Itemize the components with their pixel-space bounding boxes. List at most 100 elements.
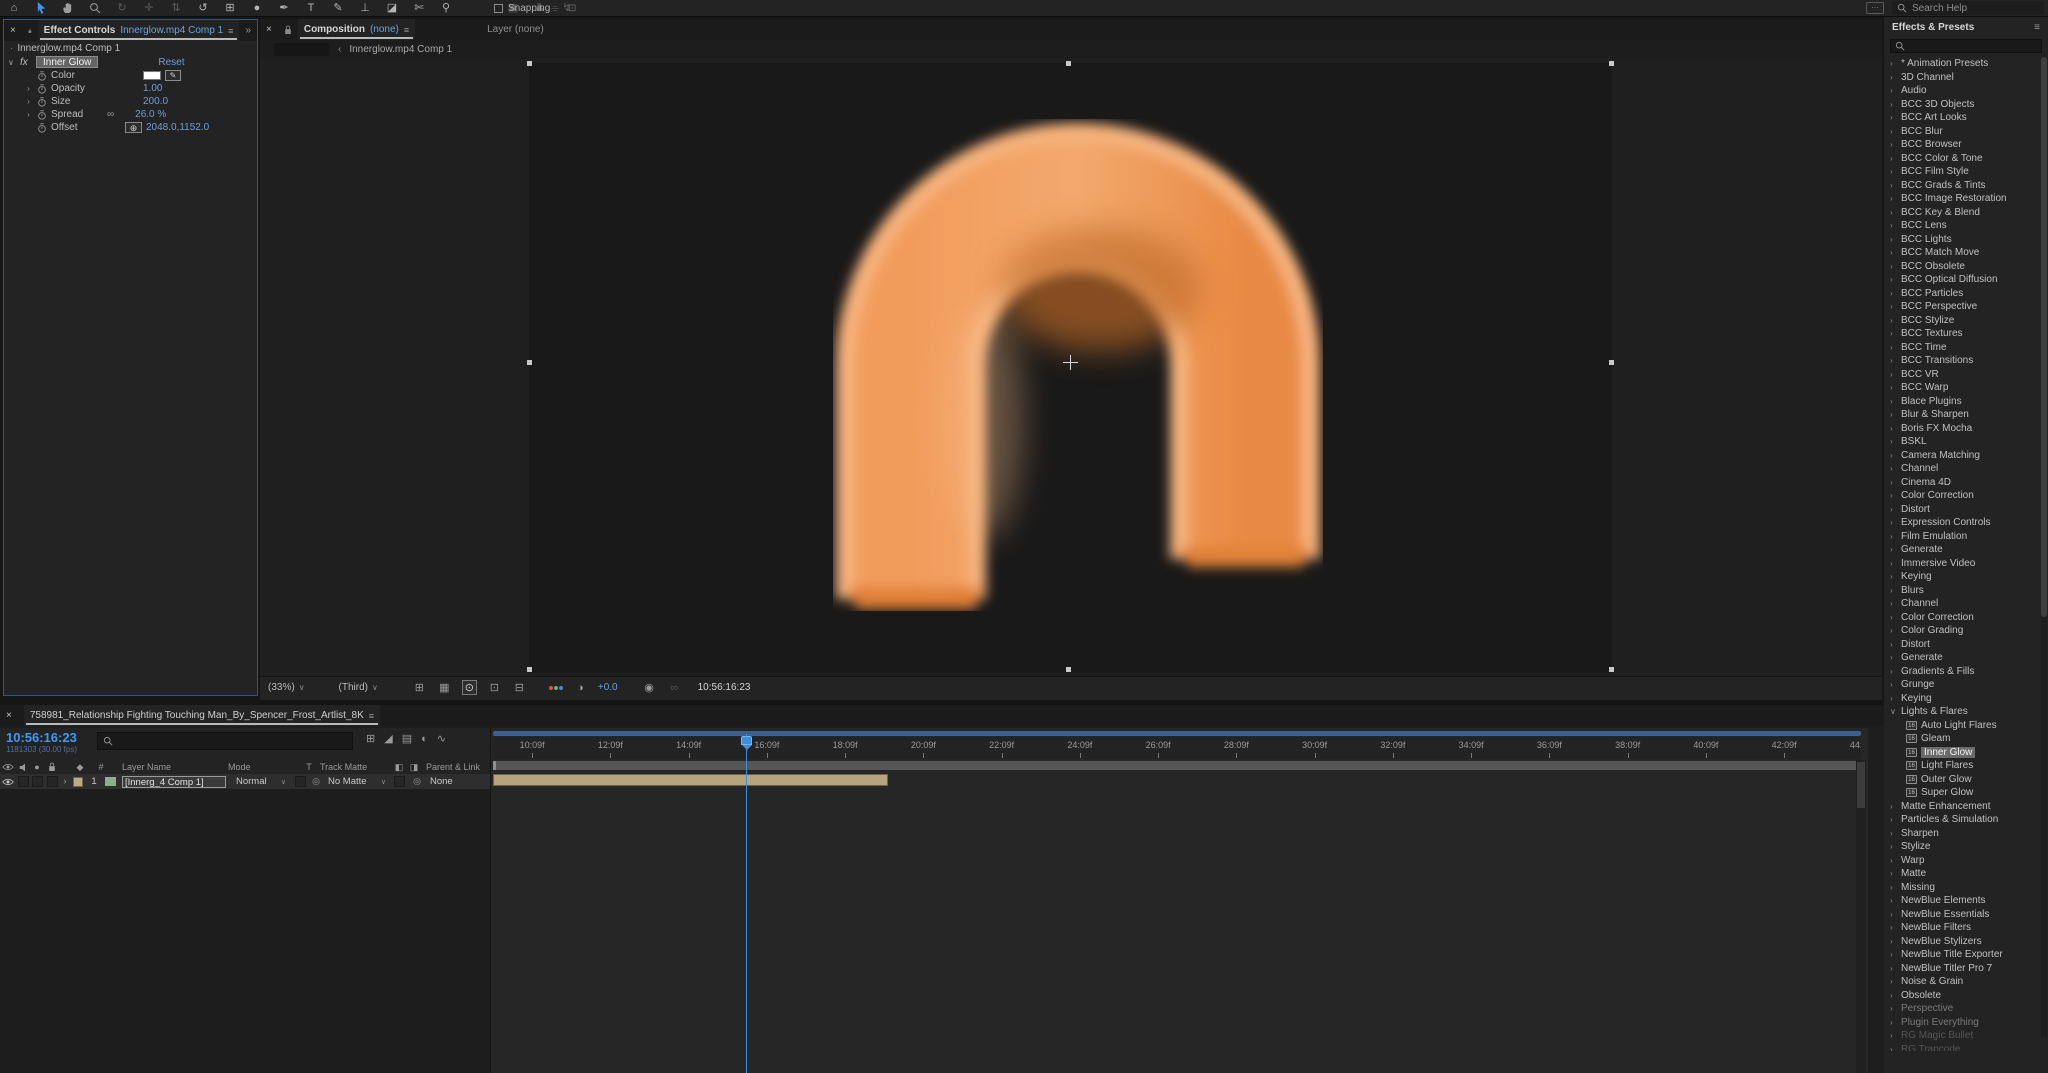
expand-category-icon[interactable]: › (1890, 829, 1897, 838)
expand-category-icon[interactable]: › (1890, 127, 1897, 136)
expand-category-icon[interactable]: › (1890, 923, 1897, 932)
expand-category-icon[interactable]: › (1890, 248, 1897, 257)
region-of-interest-icon[interactable]: ⊡ (487, 681, 502, 694)
preserve-transparency-slot[interactable] (294, 776, 306, 787)
transparency-grid-icon[interactable]: ▦ (437, 681, 452, 694)
collapse-category-icon[interactable]: ∨ (1890, 707, 1897, 716)
expand-category-icon[interactable]: › (1890, 937, 1897, 946)
effect-category-row[interactable]: › Matte (1884, 867, 2048, 881)
help-search[interactable]: Search Help (1892, 1, 2044, 15)
effect-category-row[interactable]: › BCC Stylize (1884, 314, 2048, 328)
solo-column-icon[interactable]: ● (30, 762, 44, 772)
type-tool-icon[interactable]: T (303, 0, 319, 17)
effect-category-row[interactable]: › Boris FX Mocha (1884, 422, 2048, 436)
rotation-tool-icon[interactable]: ↺ (195, 0, 211, 17)
effect-item-label[interactable]: Auto Light Flares (1921, 720, 1997, 731)
effect-category-row[interactable]: › BCC Warp (1884, 381, 2048, 395)
switches-icon[interactable]: ◨ (406, 762, 422, 773)
panel-menu-icon[interactable]: ≡ (404, 25, 409, 35)
effect-category-row[interactable]: › Keying (1884, 570, 2048, 584)
effect-category-row[interactable]: › Distort (1884, 638, 2048, 652)
orbit-camera-tool-icon[interactable]: ↻ (114, 0, 130, 17)
expand-category-icon[interactable]: › (1890, 640, 1897, 649)
guides-options-icon[interactable]: ⊟ (512, 681, 527, 694)
switches-slot[interactable] (393, 776, 405, 787)
close-panel-icon[interactable]: × (10, 25, 16, 36)
lock-toggle-slot[interactable] (46, 776, 58, 787)
draft-3d-icon[interactable]: ◢ (384, 732, 392, 745)
hand-tool-icon[interactable] (60, 0, 76, 17)
expand-category-icon[interactable]: › (1890, 694, 1897, 703)
effect-category-row[interactable]: › Color Correction (1884, 489, 2048, 503)
dolly-camera-tool-icon[interactable]: ⇅ (168, 0, 184, 17)
effect-category-row[interactable]: › Generate (1884, 651, 2048, 665)
stopwatch-icon[interactable] (37, 110, 47, 120)
expand-category-icon[interactable]: › (1890, 329, 1897, 338)
motion-blur-icon[interactable]: ◐ (421, 733, 428, 745)
stopwatch-icon[interactable] (37, 84, 47, 94)
expand-category-icon[interactable]: › (1890, 370, 1897, 379)
expand-category-icon[interactable]: › (1890, 397, 1897, 406)
effect-category-row-expanded[interactable]: ∨ Lights & Flares (1884, 705, 2048, 719)
expand-category-icon[interactable]: › (1890, 991, 1897, 1000)
effect-category-row[interactable]: › BCC Image Restoration (1884, 192, 2048, 206)
expand-category-icon[interactable]: › (1890, 410, 1897, 419)
pan-camera-tool-icon[interactable]: ✛ (141, 0, 157, 17)
bbox-handle[interactable] (1609, 667, 1614, 672)
effect-category-row[interactable]: › Sharpen (1884, 827, 2048, 841)
grid-guides-icon[interactable]: ⊞ (412, 681, 427, 694)
expand-category-icon[interactable]: › (1890, 856, 1897, 865)
timeline-track-area[interactable]: 10:09f 12:09f 14:09f 16:09f 18:09f 20:09f 22:0… (490, 728, 1868, 1073)
anchor-point-icon[interactable] (1063, 355, 1078, 370)
expand-category-icon[interactable]: › (1890, 437, 1897, 446)
expand-category-icon[interactable]: › (1890, 869, 1897, 878)
solo-toggle-slot[interactable] (31, 776, 43, 787)
effect-item-label[interactable]: Gleam (1921, 733, 1950, 744)
effect-category-row[interactable]: › Channel (1884, 597, 2048, 611)
time-navigator-bar[interactable] (493, 731, 1861, 736)
expand-category-icon[interactable]: › (1890, 626, 1897, 635)
expand-category-icon[interactable]: › (1890, 100, 1897, 109)
expand-category-icon[interactable]: › (1890, 1045, 1897, 1051)
expand-category-icon[interactable]: › (1890, 545, 1897, 554)
effect-category-row[interactable]: › Missing (1884, 881, 2048, 895)
track-matte-column-header[interactable]: Track Matte (320, 762, 392, 772)
audio-toggle-slot[interactable] (17, 776, 29, 787)
effects-search-input[interactable] (1890, 39, 2042, 53)
mode-column-header[interactable]: Mode (228, 762, 298, 772)
effect-item-label[interactable]: Inner Glow (1921, 746, 1976, 758)
layer-name-column-header[interactable]: Layer Name (110, 762, 228, 772)
expand-category-icon[interactable]: › (1890, 221, 1897, 230)
puppet-pin-tool-icon[interactable]: ⚲ (438, 0, 454, 17)
tab-overflow-icon[interactable]: » (245, 25, 251, 36)
effect-category-row[interactable]: › Matte Enhancement (1884, 800, 2048, 814)
expand-category-icon[interactable]: › (1890, 680, 1897, 689)
t-column-header[interactable]: T (298, 762, 320, 772)
effect-category-row[interactable]: › Color Grading (1884, 624, 2048, 638)
bbox-handle[interactable] (527, 61, 532, 66)
effect-item-row[interactable]: 16 Outer Glow (1884, 773, 2048, 787)
effect-category-row[interactable]: › BCC Browser (1884, 138, 2048, 152)
selection-tool-icon[interactable] (33, 0, 49, 17)
effect-item-row[interactable]: 16 Super Glow (1884, 786, 2048, 800)
effect-category-row[interactable]: › Warp (1884, 854, 2048, 868)
reset-effect-link[interactable]: Reset (158, 57, 184, 68)
effect-category-row[interactable]: › Channel (1884, 462, 2048, 476)
effect-item-label[interactable]: Outer Glow (1921, 774, 1972, 785)
layer-duration-bar[interactable] (493, 774, 888, 786)
effect-category-row[interactable]: › NewBlue Essentials (1884, 908, 2048, 922)
expand-property-icon[interactable]: › (24, 97, 33, 106)
spread-value[interactable]: 26.0 % (135, 109, 166, 120)
effect-category-row[interactable]: › BCC Time (1884, 341, 2048, 355)
expand-category-icon[interactable]: › (1890, 977, 1897, 986)
show-channel-icon[interactable] (548, 685, 563, 690)
expand-category-icon[interactable]: › (1890, 424, 1897, 433)
resolution-dropdown[interactable]: (Third) ∨ (339, 682, 378, 693)
effect-item-row[interactable]: 16 Auto Light Flares (1884, 719, 2048, 733)
snapping-control[interactable]: Snapping (494, 0, 550, 17)
effect-item-label[interactable]: Light Flares (1921, 760, 1973, 771)
frame-blending-icon[interactable]: ▤ (402, 732, 412, 745)
effect-header-row[interactable]: ∨ fx Inner Glow Reset (4, 55, 257, 69)
expand-category-icon[interactable]: › (1890, 518, 1897, 527)
effect-category-row[interactable]: › Camera Matching (1884, 449, 2048, 463)
